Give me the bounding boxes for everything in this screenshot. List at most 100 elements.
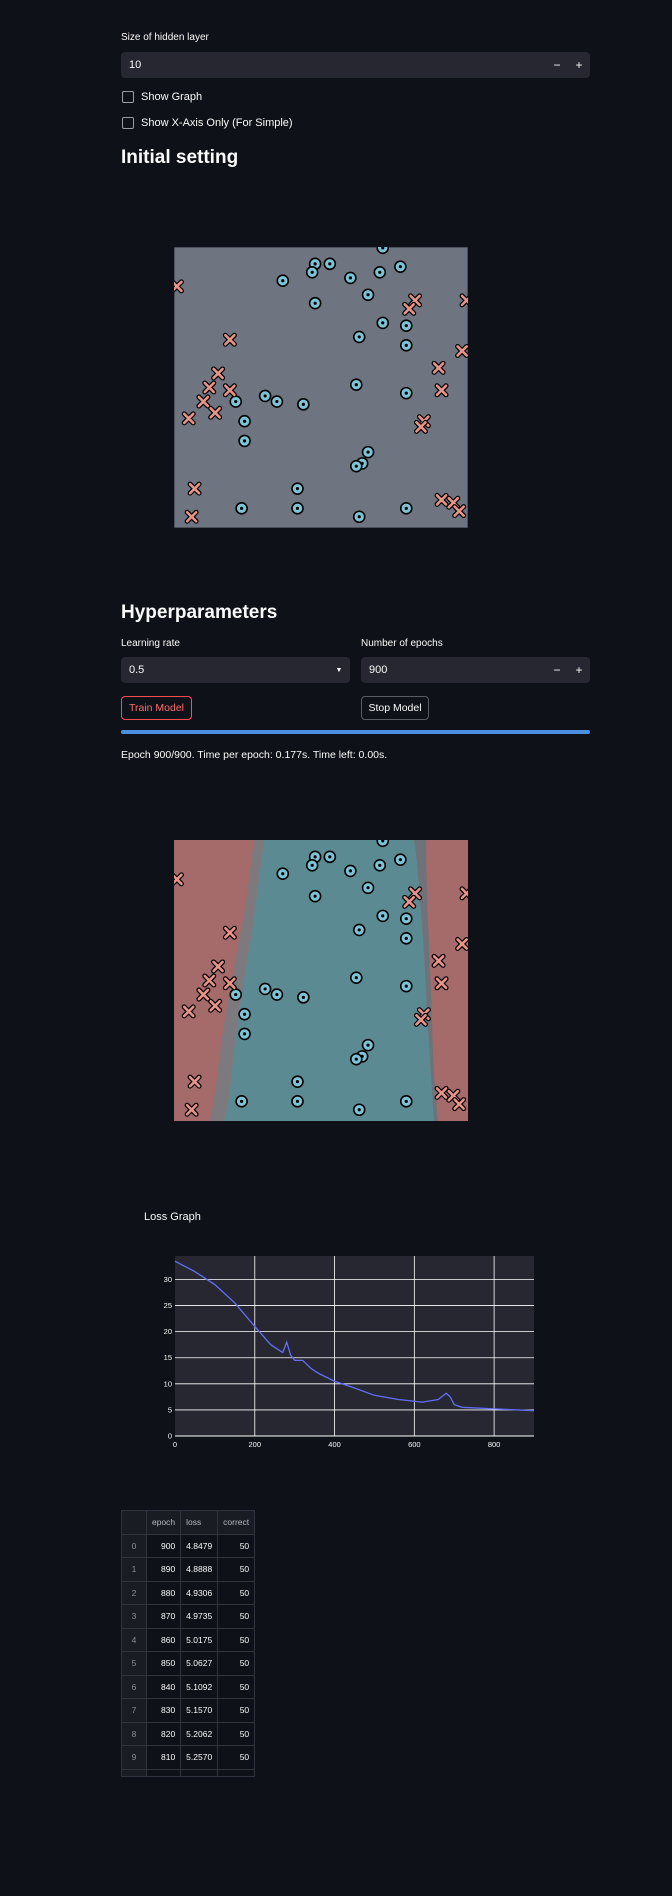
point-circle-dot	[357, 515, 361, 519]
results-table: epoch loss correct 0 900 4.8479 50 1 890 4.8888 5…	[121, 1510, 256, 1777]
point-circle-dot	[378, 270, 382, 274]
table-cell: 50	[217, 1651, 256, 1676]
decrement-button[interactable]: −	[546, 663, 568, 677]
column-header[interactable]: loss	[180, 1510, 219, 1535]
point-circle-dot	[310, 863, 314, 867]
checkbox-box[interactable]	[122, 91, 134, 103]
table-cell: 5.0175	[180, 1627, 219, 1652]
x-tick-label: 800	[488, 1440, 501, 1449]
learning-rate-select[interactable]: 0.5 ▼	[121, 657, 350, 683]
point-circle-dot	[366, 450, 370, 454]
row-index: 3	[121, 1604, 147, 1629]
y-tick-label: 20	[164, 1327, 172, 1336]
table-row: 2 880 4.9306 50	[121, 1580, 256, 1605]
table-cell: 50	[217, 1674, 256, 1699]
point-circle-dot	[275, 992, 279, 997]
table-cell: 4.8888	[180, 1557, 219, 1582]
progress-fill	[121, 730, 590, 734]
table-cell	[217, 1768, 256, 1777]
point-circle-dot	[313, 894, 317, 898]
table-cell: 5.2062	[180, 1721, 219, 1746]
initial-scatter-plot	[174, 247, 468, 528]
table-cell	[180, 1768, 219, 1777]
table-row: 5 850 5.0627 50	[121, 1651, 256, 1676]
point-circle-dot	[354, 1057, 358, 1061]
point-circle-dot	[263, 987, 267, 991]
show-graph-label: Show Graph	[141, 91, 203, 103]
point-circle-dot	[328, 855, 332, 859]
hidden-layer-input[interactable]: 10 − +	[121, 52, 590, 78]
point-circle-dot	[348, 276, 352, 280]
table-cell: 5.0627	[180, 1651, 219, 1676]
y-tick-label: 15	[164, 1353, 172, 1362]
hidden-layer-label: Size of hidden layer	[121, 32, 209, 43]
point-circle-dot	[295, 1080, 300, 1084]
row-index: 7	[121, 1698, 147, 1723]
increment-button[interactable]: +	[568, 663, 590, 677]
epoch-status: Epoch 900/900. Time per epoch: 0.177s. T…	[121, 749, 388, 761]
epochs-input[interactable]: 900 − +	[361, 657, 590, 683]
point-circle-dot	[404, 917, 408, 921]
stop-model-button[interactable]: Stop Model	[361, 696, 429, 720]
show-graph-checkbox[interactable]: Show Graph	[122, 91, 202, 103]
table-cell: 50	[217, 1698, 256, 1723]
table-row: 8 820 5.2062 50	[121, 1721, 256, 1746]
table-cell: 840	[145, 1674, 182, 1699]
train-model-button[interactable]: Train Model	[121, 696, 192, 720]
epochs-value[interactable]: 900	[361, 664, 546, 676]
table-cell: 50	[217, 1580, 256, 1605]
table-cell: 50	[217, 1557, 256, 1582]
point-circle-dot	[242, 1032, 247, 1036]
point-circle-dot	[242, 419, 247, 423]
checkbox-box[interactable]	[122, 117, 134, 129]
table-header-row: epoch loss correct	[121, 1510, 256, 1535]
table-cell: 50	[217, 1627, 256, 1652]
column-header[interactable]	[121, 1510, 147, 1535]
table-cell: 4.9735	[180, 1604, 219, 1629]
point-circle-dot	[313, 262, 317, 266]
table-row: 7 830 5.1570 50	[121, 1698, 256, 1723]
point-circle-dot	[366, 886, 370, 890]
hidden-layer-value[interactable]: 10	[121, 59, 546, 71]
point-circle-dot	[348, 869, 352, 873]
initial-setting-heading: Initial setting	[121, 147, 239, 168]
table-cell: 900	[145, 1533, 182, 1558]
point-circle-dot	[398, 858, 402, 862]
point-circle-dot	[301, 402, 305, 406]
column-header[interactable]: epoch	[145, 1510, 182, 1535]
increment-button[interactable]: +	[568, 58, 590, 72]
point-circle-dot	[328, 262, 332, 266]
point-circle-dot	[313, 855, 317, 859]
table-body: 0 900 4.8479 50 1 890 4.8888 50 2 880 4.9306 50 3 870…	[121, 1533, 256, 1777]
y-tick-label: 10	[164, 1379, 172, 1388]
point-circle-dot	[354, 383, 358, 387]
show-x-axis-checkbox[interactable]: Show X-Axis Only (For Simple)	[122, 117, 293, 129]
table-cell	[145, 1768, 182, 1777]
decrement-button[interactable]: −	[546, 58, 568, 72]
x-tick-label: 600	[408, 1440, 421, 1449]
point-circle-dot	[398, 265, 402, 269]
row-index: 4	[121, 1627, 147, 1652]
chevron-down-icon[interactable]: ▼	[328, 667, 350, 674]
table-cell: 810	[145, 1745, 182, 1770]
plot-area	[175, 1256, 534, 1436]
point-circle-dot	[381, 914, 385, 918]
point-circle-dot	[378, 863, 382, 867]
column-header[interactable]: correct	[217, 1510, 256, 1535]
table-cell: 850	[145, 1651, 182, 1676]
point-circle-dot	[366, 1043, 370, 1047]
point-circle-dot	[281, 872, 285, 876]
epochs-label: Number of epochs	[361, 638, 443, 649]
point-circle-dot	[295, 487, 300, 491]
row-index: 0	[121, 1533, 147, 1558]
row-index: 2	[121, 1580, 147, 1605]
progress-bar	[121, 730, 590, 734]
point-circle-dot	[263, 394, 267, 398]
point-circle-dot	[295, 506, 300, 510]
point-circle-dot	[234, 399, 238, 404]
learning-rate-value[interactable]: 0.5	[121, 664, 328, 676]
table-filler-row	[121, 1768, 256, 1777]
point-circle-dot	[281, 279, 285, 283]
table-row: 9 810 5.2570 50	[121, 1745, 256, 1770]
table-cell: 50	[217, 1721, 256, 1746]
